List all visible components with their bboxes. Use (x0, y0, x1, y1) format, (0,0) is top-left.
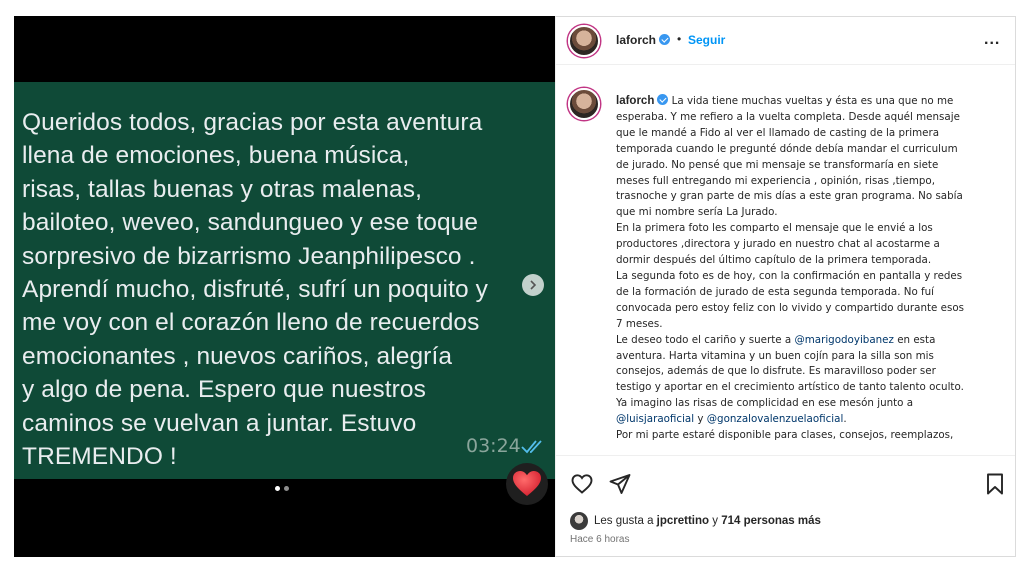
caption-line: En la primera foto les comparto el mensa… (616, 221, 1001, 237)
caption-line: de la formación de jurado de esta segund… (616, 285, 1001, 301)
username-link[interactable]: laforch (616, 33, 671, 47)
avatar[interactable] (568, 25, 600, 57)
username-text: laforch (616, 33, 657, 47)
chat-message-bubble: Queridos todos, gracias por esta aventur… (14, 82, 555, 479)
caption-line: @luisjaraoficial y @gonzalovalenzuelaofi… (616, 412, 1001, 428)
caption-text: aventura. Harta vitamina y un buen cojín… (616, 349, 934, 362)
message-time: 03:24 (466, 435, 521, 457)
caption-text: testigo y aportar en el crecimiento artí… (616, 381, 964, 394)
caption-scroll-area[interactable]: laforch La vida tiene muchas vueltas y é… (556, 66, 1015, 456)
caption-text: meses full entregando mi experiencia , o… (616, 174, 935, 187)
mention-link[interactable]: @gonzalovalenzuelaoficial (707, 413, 844, 425)
save-button[interactable] (984, 472, 1006, 501)
caption-line: dormir después del último capítulo de la… (616, 253, 1001, 269)
verified-badge-icon (659, 34, 671, 45)
more-options-button[interactable]: ... (984, 31, 1000, 49)
post-caption: laforch La vida tiene muchas vueltas y é… (616, 94, 1001, 444)
carousel-indicator (275, 486, 289, 491)
carousel-dot (275, 486, 280, 491)
message-line: Aprendí mucho, disfruté, sufrí un poquit… (22, 276, 488, 304)
caption-line: Ya imagino las risas de complicidad en e… (616, 396, 1001, 412)
post-timestamp[interactable]: Hace 6 horas (570, 534, 629, 545)
mention-link[interactable]: @luisjaraoficial (616, 413, 694, 425)
caption-line: Le deseo todo el cariño y suerte a @mari… (616, 333, 1001, 349)
caption-text: Le deseo todo el cariño y suerte a (616, 333, 795, 346)
post-media[interactable]: Queridos todos, gracias por esta aventur… (14, 16, 555, 557)
caption-text: esperaba. Y me refiero a la vuelta compl… (616, 110, 960, 123)
message-line: Queridos todos, gracias por esta aventur… (22, 109, 483, 136)
follow-button[interactable]: Seguir (688, 33, 725, 47)
message-line: sorpresivo de bizarrismo Jeanphilipesco … (22, 242, 476, 270)
caption-line: Por mi parte estaré disponible para clas… (616, 428, 1001, 444)
post-side-panel: laforch • Seguir ... laforch La vida tie… (555, 16, 1016, 557)
like-button[interactable] (570, 472, 594, 501)
caption-text: convocada pero estoy feliz con lo vivido… (616, 301, 964, 314)
caption-line: consejos, además de que lo disfrute. Es … (616, 364, 1001, 380)
bookmark-icon (987, 473, 1003, 495)
caption-text: En la primera foto les comparto el mensa… (616, 222, 933, 235)
caption-text: productores ,directora y jurado en nuest… (616, 238, 940, 251)
caption-text: Ya imagino las risas de complicidad en e… (616, 397, 914, 410)
caption-line: meses full entregando mi experiencia , o… (616, 174, 1001, 190)
caption-text: 7 meses. (616, 317, 663, 330)
caption-line: temporada cuando le pregunté dónde debía… (616, 142, 1001, 158)
mention-link[interactable]: @marigodoyibanez (794, 334, 893, 346)
caption-line: laforch La vida tiene muchas vueltas y é… (616, 94, 1001, 110)
chevron-right-icon (530, 280, 537, 290)
action-bar (556, 472, 1015, 502)
message-line: me voy con el corazón lleno de recuerdos (22, 309, 480, 337)
verified-badge-icon (657, 94, 669, 105)
liker-username[interactable]: jpcrettino (657, 515, 709, 527)
caption-line: que le mandé a Fido al ver el llamado de… (616, 126, 1001, 142)
carousel-next-button[interactable] (522, 274, 544, 296)
caption-text: y (694, 413, 707, 426)
separator-dot: • (677, 32, 682, 46)
caption-line: esperaba. Y me refiero a la vuelta compl… (616, 110, 1001, 126)
caption-line: trasnoche y gran parte de mis días a est… (616, 189, 1001, 205)
caption-text: trasnoche y gran parte de mis días a est… (616, 190, 963, 203)
caption-text: dormir después del último capítulo de la… (616, 254, 932, 267)
heart-outline-icon (571, 474, 593, 494)
heart-reaction-icon (506, 463, 548, 505)
share-button[interactable] (608, 472, 632, 501)
carousel-dot (284, 486, 289, 491)
caption-text: que le mandé a Fido al ver el llamado de… (616, 126, 940, 139)
caption-line: convocada pero estoy feliz con lo vivido… (616, 301, 1001, 317)
read-ticks-icon (521, 439, 545, 460)
caption-line: 7 meses. (616, 317, 1001, 333)
message-line: risas, tallas buenas y otras malenas, (22, 175, 422, 203)
message-line: emocionantes , nuevos cariños, alegría (22, 342, 453, 370)
caption-text: que mi nombre sería La Jurado. (616, 206, 778, 219)
caption-line: testigo y aportar en el crecimiento artí… (616, 380, 1001, 396)
caption-text: consejos, además de que lo disfrute. Es … (616, 365, 936, 378)
caption-line: de jurado. No pensé que mi mensaje se tr… (616, 158, 1001, 174)
likes-middle: y (709, 515, 722, 527)
caption-text: en esta (893, 333, 936, 346)
likes-summary[interactable]: Les gusta a jpcrettino y 714 personas má… (570, 512, 821, 530)
caption-text: de la formación de jurado de esta segund… (616, 285, 935, 298)
caption-line: aventura. Harta vitamina y un buen cojín… (616, 349, 1001, 365)
caption-line: productores ,directora y jurado en nuest… (616, 237, 1001, 253)
message-line: y algo de pena. Espero que nuestros (22, 376, 426, 404)
message-line: bailoteo, weveo, sandungueo y ese toque (22, 209, 479, 237)
caption-username[interactable]: laforch (616, 95, 654, 107)
send-icon (609, 474, 631, 494)
chat-message-text: Queridos todos, gracias por esta aventur… (22, 106, 552, 473)
caption-text: La vida tiene muchas vueltas y ésta es u… (671, 95, 954, 107)
caption-text: de jurado. No pensé que mi mensaje se tr… (616, 158, 939, 171)
message-line: llena de emociones, buena música, (22, 142, 410, 170)
caption-text: La segunda foto es de hoy, con la confir… (616, 269, 963, 282)
post-header: laforch • Seguir ... (556, 17, 1015, 65)
caption-text: Por mi parte estaré disponible para clas… (616, 429, 954, 442)
caption-avatar[interactable] (568, 88, 600, 120)
liker-avatar (570, 512, 588, 530)
likes-prefix: Les gusta a (594, 515, 657, 527)
caption-text: temporada cuando le pregunté dónde debía… (616, 142, 958, 155)
caption-text: . (843, 413, 847, 426)
caption-line: que mi nombre sería La Jurado. (616, 205, 1001, 221)
likes-count[interactable]: 714 personas más (721, 515, 821, 527)
instagram-post-view: Queridos todos, gracias por esta aventur… (0, 0, 1024, 576)
caption-line: La segunda foto es de hoy, con la confir… (616, 269, 1001, 285)
